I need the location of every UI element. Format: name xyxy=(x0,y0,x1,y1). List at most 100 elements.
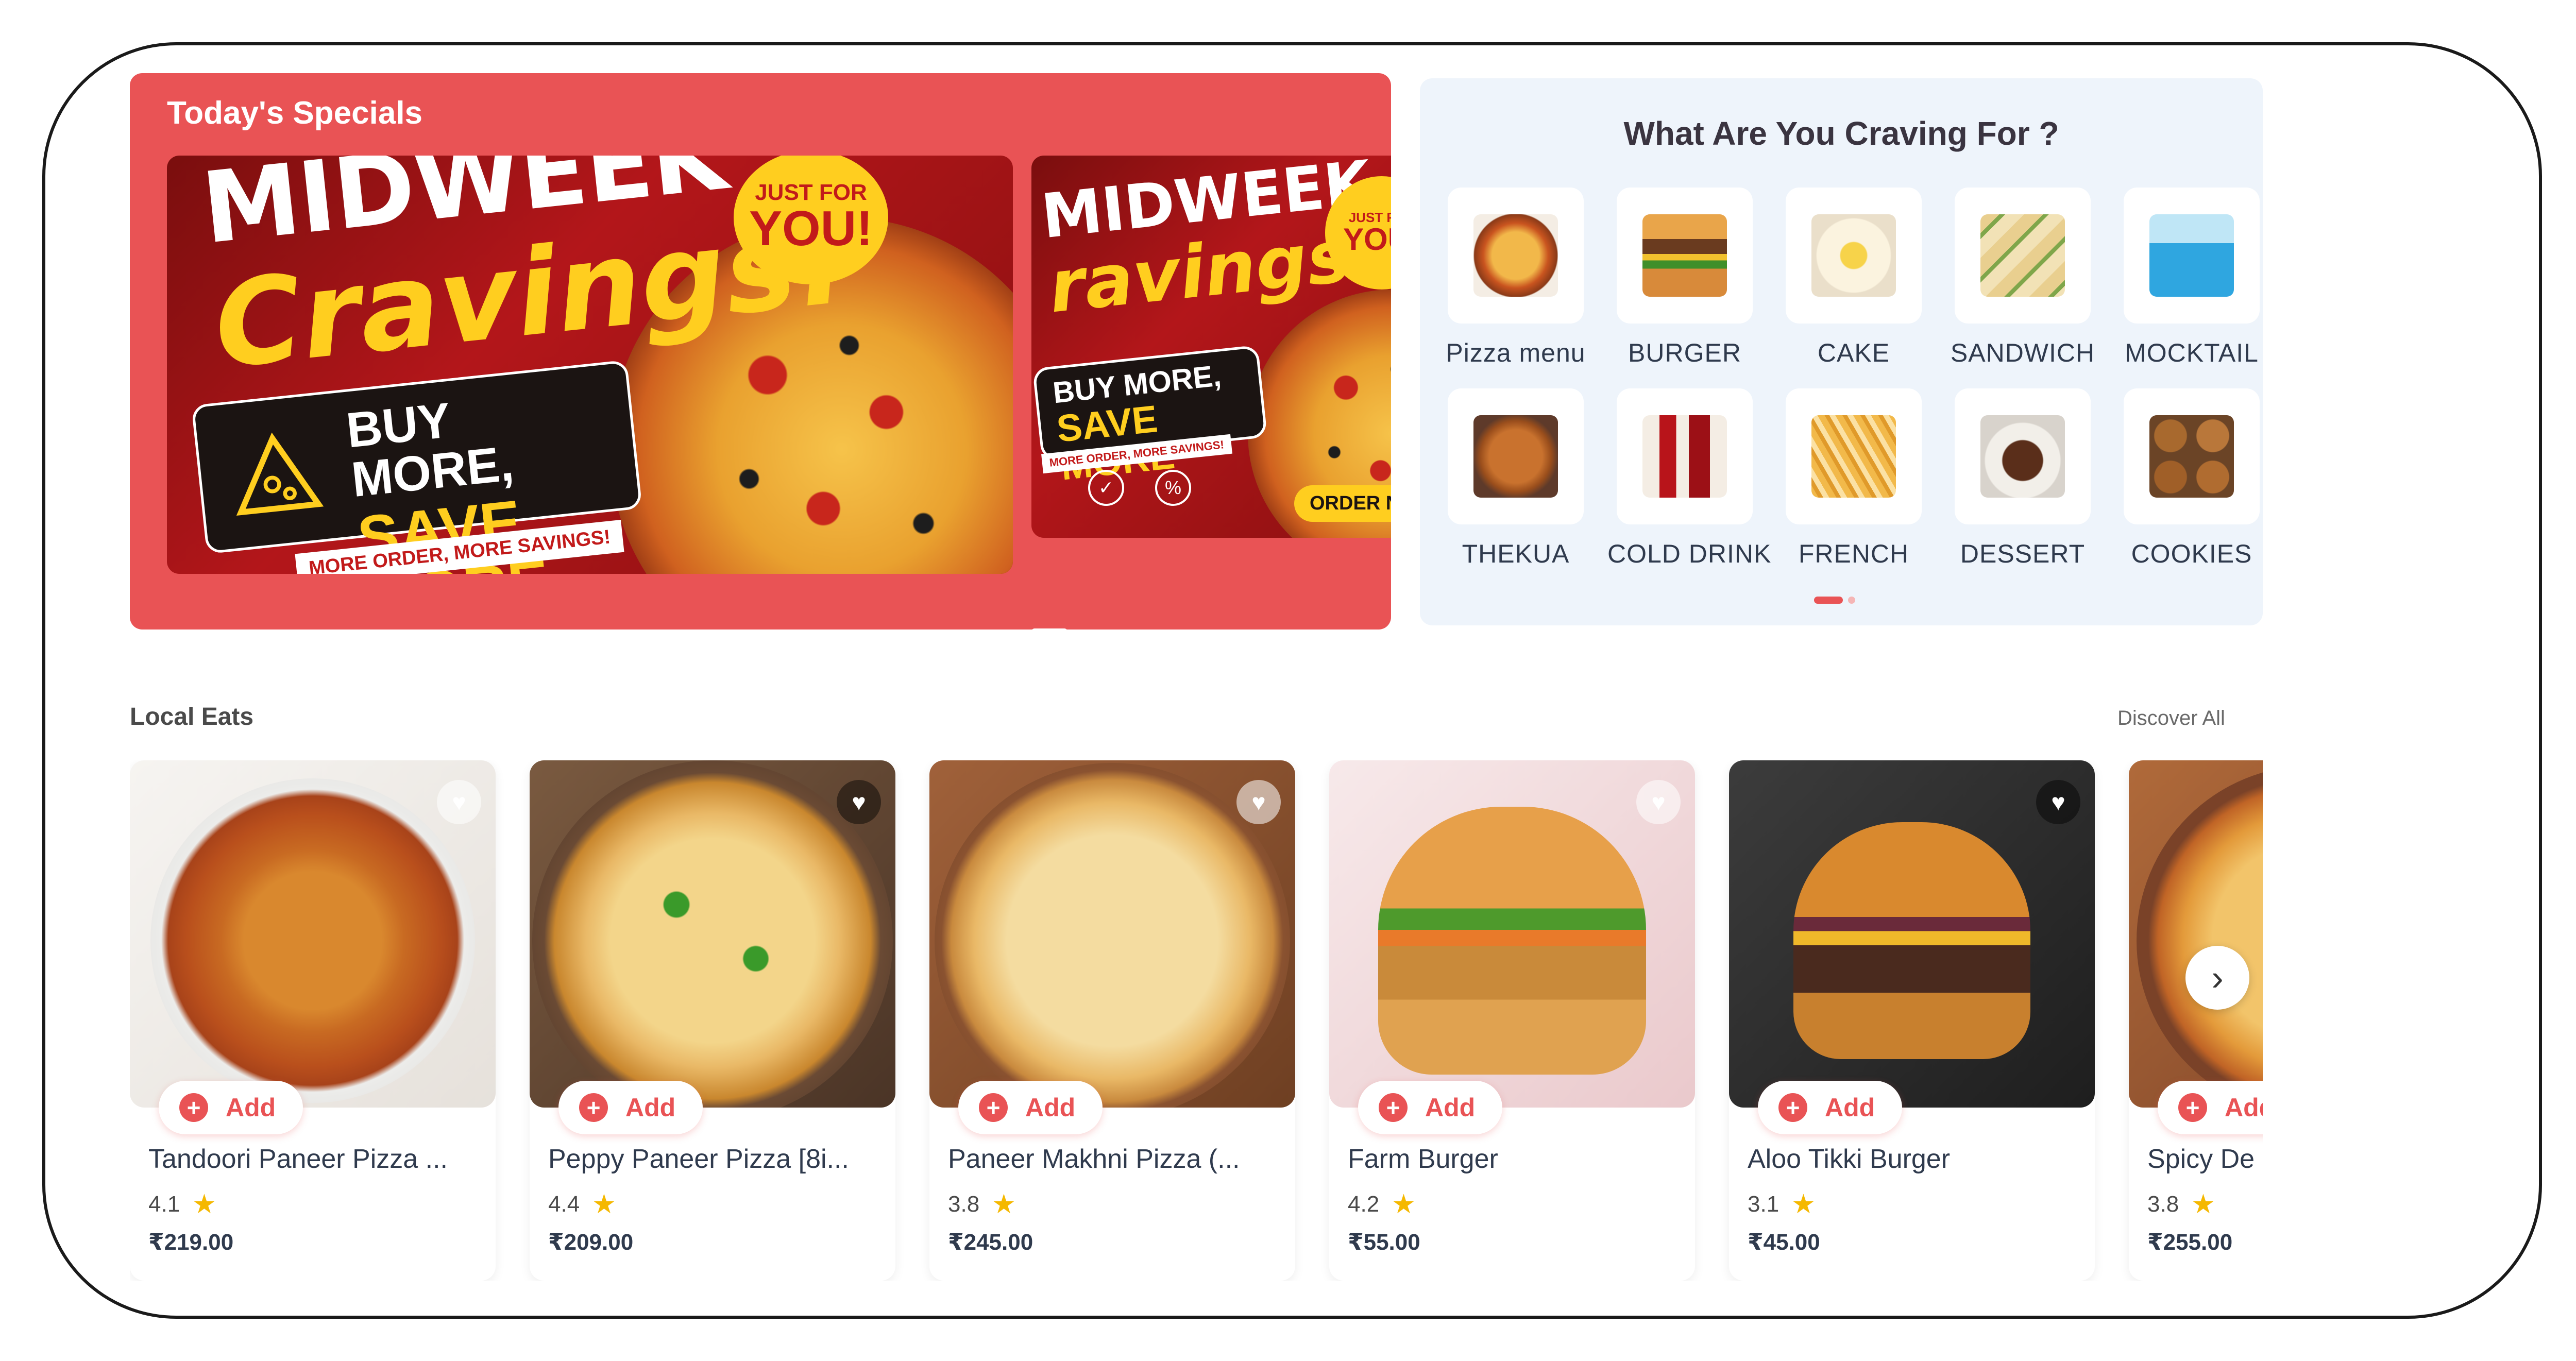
item-name: Tandoori Paneer Pizza ... xyxy=(148,1144,448,1174)
favorite-heart-icon[interactable]: ♥ xyxy=(2036,780,2080,824)
cravings-title: What Are You Craving For ? xyxy=(1623,115,2059,152)
category-french[interactable]: FRENCH xyxy=(1776,388,1931,569)
specials-title: Today's Specials xyxy=(167,95,423,131)
food-photo: ♥ xyxy=(1729,760,2095,1108)
carousel-indicator[interactable] xyxy=(1031,628,1067,630)
cookies-icon xyxy=(2149,415,2234,498)
page-dot-active[interactable] xyxy=(1814,597,1843,604)
item-rating: 4.4 ★ xyxy=(548,1189,616,1219)
french-fries-icon xyxy=(1811,415,1896,498)
item-price: ₹255.00 xyxy=(2147,1230,2233,1255)
favorite-heart-icon[interactable]: ♥ xyxy=(837,780,881,824)
category-cookies[interactable]: COOKIES xyxy=(2114,388,2269,569)
star-icon: ★ xyxy=(592,1189,616,1219)
favorite-heart-icon[interactable]: ♥ xyxy=(1236,780,1281,824)
quality-check-icon: ✓ xyxy=(1088,470,1124,506)
mocktail-icon xyxy=(2149,214,2234,297)
item-price: ₹245.00 xyxy=(948,1230,1033,1255)
food-photo xyxy=(2129,760,2263,1108)
category-burger[interactable]: BURGER xyxy=(1607,188,1762,368)
item-name: Paneer Makhni Pizza (... xyxy=(948,1144,1240,1174)
burger-icon xyxy=(1642,214,1727,297)
order-now-label: ORDER NOW xyxy=(1294,485,1391,522)
pizza-image xyxy=(2137,765,2263,1108)
todays-specials-carousel: Today's Specials MIDWEEK Cravings! JUST … xyxy=(130,73,1391,630)
star-icon: ★ xyxy=(192,1189,216,1219)
promo-banner-midweek-cravings[interactable]: MIDWEEK Cravings! JUST FOR YOU! BUY MORE… xyxy=(167,156,1013,574)
plus-icon: + xyxy=(579,1093,608,1122)
pizza-image xyxy=(150,778,475,1103)
add-button[interactable]: +Add xyxy=(159,1081,303,1134)
favorite-heart-icon[interactable]: ♥ xyxy=(1636,780,1681,824)
item-name: Farm Burger xyxy=(1348,1144,1498,1174)
local-eats-title: Local Eats xyxy=(130,703,254,730)
food-photo: ♥ xyxy=(130,760,496,1108)
star-icon: ★ xyxy=(1392,1189,1416,1219)
local-eats-carousel: ♥ + Add Tandoori Paneer Pizza ... 4.1 ★ ₹2… xyxy=(130,760,2263,1281)
plus-icon: + xyxy=(979,1093,1008,1122)
add-button[interactable]: +Add xyxy=(558,1081,703,1134)
item-rating: 4.1 ★ xyxy=(148,1189,216,1219)
category-sandwich[interactable]: SANDWICH xyxy=(1945,188,2100,368)
promo-banner-midweek-cravings-2[interactable]: MIDWEEK ravings! JUST FOR YOU! BUY MORE,… xyxy=(1031,156,1391,538)
item-name: Aloo Tikki Burger xyxy=(1748,1144,1951,1174)
cravings-section: What Are You Craving For ? Pizza menu BU… xyxy=(1420,78,2263,625)
item-price: ₹209.00 xyxy=(548,1230,634,1255)
plus-icon: + xyxy=(1379,1093,1408,1122)
burger-image xyxy=(1378,807,1646,1075)
plus-icon: + xyxy=(179,1093,208,1122)
cravings-pagination[interactable] xyxy=(1814,597,1855,604)
plus-icon: + xyxy=(2178,1093,2207,1122)
plus-icon: + xyxy=(1778,1093,1807,1122)
category-thekua[interactable]: THEKUA xyxy=(1438,388,1593,569)
star-icon: ★ xyxy=(1791,1189,1816,1219)
add-button[interactable]: +Add xyxy=(1758,1081,1902,1134)
category-pizza-menu[interactable]: Pizza menu xyxy=(1438,188,1593,368)
chevron-right-icon: › xyxy=(2211,958,2224,998)
food-card-spicy-de[interactable]: +Add Spicy De 3.8★ ₹255.00 xyxy=(2129,760,2263,1281)
item-price: ₹45.00 xyxy=(1748,1230,1820,1255)
category-dessert[interactable]: DESSERT xyxy=(1945,388,2100,569)
category-mocktail[interactable]: MOCKTAIL xyxy=(2114,188,2269,368)
page-dot[interactable] xyxy=(1848,597,1855,604)
burger-image xyxy=(1793,822,2030,1060)
discover-all-link[interactable]: Discover All xyxy=(2117,707,2225,730)
item-rating: 3.8 ★ xyxy=(2147,1189,2215,1219)
add-button[interactable]: +Add xyxy=(958,1081,1103,1134)
dessert-icon xyxy=(1980,415,2065,498)
category-cake[interactable]: CAKE xyxy=(1776,188,1931,368)
carousel-next-button[interactable]: › xyxy=(2185,946,2249,1010)
cake-icon xyxy=(1811,214,1896,297)
just-for-you-badge: JUST FOR YOU! xyxy=(734,156,888,284)
food-photo: ♥ xyxy=(929,760,1295,1108)
pizza-slice-icon xyxy=(236,432,324,516)
item-rating: 4.2 ★ xyxy=(1348,1189,1416,1219)
star-icon: ★ xyxy=(2191,1189,2215,1219)
food-card-aloo-tikki-burger[interactable]: ♥ + Add Aloo Tikki Burger 3.1 ★ ₹45.00 xyxy=(1729,760,2095,1281)
food-card-farm-burger[interactable]: ♥ + Add Farm Burger 4.2 ★ ₹55.00 xyxy=(1329,760,1695,1281)
favorite-heart-icon[interactable]: ♥ xyxy=(437,780,481,824)
item-rating: 3.8 ★ xyxy=(948,1189,1016,1219)
food-card-paneer-makhni-pizza[interactable]: ♥ + Add Paneer Makhni Pizza (... 3.8 ★ ₹24… xyxy=(929,760,1295,1281)
food-photo: ♥ xyxy=(530,760,895,1108)
food-photo: ♥ xyxy=(1329,760,1695,1108)
thekua-icon xyxy=(1473,415,1558,498)
category-cold-drink[interactable]: COLD DRINK xyxy=(1607,388,1771,569)
add-button[interactable]: +Add xyxy=(2158,1081,2263,1134)
item-rating: 3.1 ★ xyxy=(1748,1189,1816,1219)
quality-badges: ✓ % xyxy=(1088,470,1191,506)
add-button[interactable]: +Add xyxy=(1358,1081,1502,1134)
item-price: ₹219.00 xyxy=(148,1230,234,1255)
cold-drink-icon xyxy=(1642,415,1727,498)
pizza-icon xyxy=(1473,214,1558,297)
item-name: Peppy Paneer Pizza [8i... xyxy=(548,1144,849,1174)
food-card-peppy-paneer-pizza[interactable]: ♥ + Add Peppy Paneer Pizza [8i... 4.4 ★ ₹2… xyxy=(530,760,895,1281)
food-card-tandoori-paneer-pizza[interactable]: ♥ + Add Tandoori Paneer Pizza ... 4.1 ★ ₹2… xyxy=(130,760,496,1281)
item-name: Spicy De xyxy=(2147,1144,2255,1174)
sandwich-icon xyxy=(1980,214,2065,297)
pizza-image xyxy=(935,763,1290,1108)
star-icon: ★ xyxy=(992,1189,1016,1219)
item-price: ₹55.00 xyxy=(1348,1230,1420,1255)
discount-tag-icon: % xyxy=(1155,470,1191,506)
pizza-image xyxy=(532,760,893,1108)
